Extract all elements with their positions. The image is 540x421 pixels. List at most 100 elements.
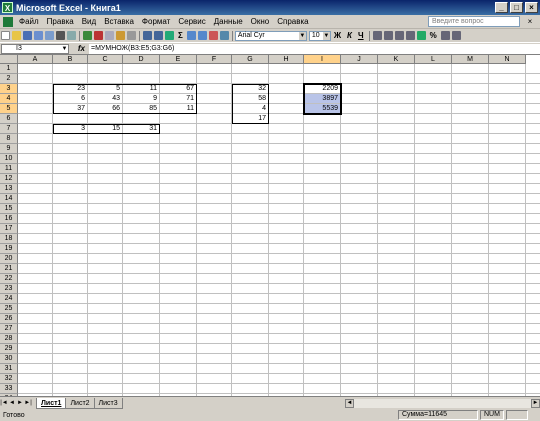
row-header[interactable]: 4 (0, 94, 18, 104)
column-header[interactable]: A (18, 55, 53, 64)
column-header[interactable]: G (232, 55, 269, 64)
italic-button[interactable]: К (347, 31, 352, 40)
permission-icon[interactable] (34, 31, 43, 40)
last-sheet-icon[interactable]: ►| (24, 400, 32, 406)
menu-tools[interactable]: Сервис (174, 17, 209, 26)
first-sheet-icon[interactable]: |◄ (0, 400, 8, 406)
borders-icon[interactable] (451, 31, 461, 40)
column-header[interactable]: J (341, 55, 378, 64)
underline-button[interactable]: Ч (358, 31, 364, 40)
row-header[interactable]: 2 (0, 74, 18, 84)
sheet-tab-1[interactable]: Лист1 (36, 397, 67, 409)
menu-format[interactable]: Формат (138, 17, 174, 26)
name-box[interactable]: I3 ▼ (1, 43, 69, 54)
formula-input[interactable]: =МУМНОЖ(B3:E5;G3:G6) (89, 43, 540, 54)
row-header[interactable]: 16 (0, 214, 18, 224)
menu-data[interactable]: Данные (210, 17, 247, 26)
cell-g3[interactable]: 32 (232, 84, 269, 94)
cell-d4[interactable]: 9 (123, 94, 160, 104)
horizontal-scrollbar[interactable]: ◄ ► (345, 399, 540, 408)
column-header[interactable]: N (489, 55, 526, 64)
row-header[interactable]: 3 (0, 84, 18, 94)
autosum-icon[interactable]: Σ (178, 31, 183, 40)
menu-view[interactable]: Вид (78, 17, 100, 26)
cell-c7[interactable]: 15 (88, 124, 123, 134)
row-header[interactable]: 33 (0, 384, 18, 394)
row-header[interactable]: 6 (0, 114, 18, 124)
merge-center-icon[interactable] (405, 31, 415, 40)
column-header[interactable]: M (452, 55, 489, 64)
help-search-input[interactable]: Введите вопрос (428, 16, 520, 27)
scroll-left-icon[interactable]: ◄ (345, 399, 354, 408)
row-header[interactable]: 10 (0, 154, 18, 164)
select-all-corner[interactable] (0, 55, 18, 64)
row-header[interactable]: 12 (0, 174, 18, 184)
worksheet-grid[interactable]: A B C D E F G H I J K L M N 1 2 3 4 5 6 7 8 9 10 11 12 13 14 15 16 17 1… (0, 55, 540, 396)
menu-edit[interactable]: Правка (43, 17, 78, 26)
align-center-icon[interactable] (383, 31, 393, 40)
cell-d5[interactable]: 85 (123, 104, 160, 114)
close-button[interactable]: × (525, 2, 538, 13)
cell-b4[interactable]: 6 (53, 94, 88, 104)
cell-g5[interactable]: 4 (232, 104, 269, 114)
redo-icon[interactable] (154, 31, 163, 40)
column-header[interactable]: B (53, 55, 88, 64)
row-header[interactable]: 1 (0, 64, 18, 74)
cell-e4[interactable]: 71 (160, 94, 197, 104)
column-header[interactable]: C (88, 55, 123, 64)
menu-window[interactable]: Окно (247, 17, 274, 26)
row-header[interactable]: 28 (0, 334, 18, 344)
row-header[interactable]: 17 (0, 224, 18, 234)
next-sheet-icon[interactable]: ► (16, 400, 24, 406)
sheet-tab-2[interactable]: Лист2 (65, 397, 95, 409)
row-header[interactable]: 30 (0, 354, 18, 364)
sort-desc-icon[interactable] (197, 31, 207, 40)
preview-icon[interactable] (67, 31, 76, 40)
row-header[interactable]: 31 (0, 364, 18, 374)
prev-sheet-icon[interactable]: ◄ (8, 400, 16, 406)
cell-c3[interactable]: 5 (88, 84, 123, 94)
cell-i4[interactable]: 3897 (304, 94, 341, 104)
cell-b5[interactable]: 37 (53, 104, 88, 114)
row-header[interactable]: 5 (0, 104, 18, 114)
row-header[interactable]: 7 (0, 124, 18, 134)
row-header[interactable]: 21 (0, 264, 18, 274)
row-header[interactable]: 29 (0, 344, 18, 354)
row-header[interactable]: 13 (0, 184, 18, 194)
workbook-close-icon[interactable]: × (520, 17, 540, 26)
decrease-indent-icon[interactable] (440, 31, 450, 40)
sheet-tab-3[interactable]: Лист3 (93, 397, 123, 409)
row-header[interactable]: 26 (0, 314, 18, 324)
spelling-icon[interactable] (83, 31, 92, 40)
scroll-right-icon[interactable]: ► (531, 399, 540, 408)
align-right-icon[interactable] (394, 31, 404, 40)
cell-d7[interactable]: 31 (123, 124, 160, 134)
row-header[interactable]: 18 (0, 234, 18, 244)
column-header[interactable]: L (415, 55, 452, 64)
percent-button[interactable]: % (430, 31, 437, 40)
row-header[interactable]: 15 (0, 204, 18, 214)
format-painter-icon[interactable] (127, 31, 136, 40)
minimize-button[interactable]: _ (495, 2, 508, 13)
maximize-button[interactable]: □ (510, 2, 523, 13)
row-header[interactable]: 20 (0, 254, 18, 264)
cell-e3[interactable]: 67 (160, 84, 197, 94)
column-header[interactable]: D (123, 55, 160, 64)
cell-g4[interactable]: 58 (232, 94, 269, 104)
column-header[interactable]: F (197, 55, 232, 64)
insert-function-button[interactable]: fx (69, 44, 89, 53)
row-header[interactable]: 22 (0, 274, 18, 284)
column-header[interactable]: K (378, 55, 415, 64)
menu-file[interactable]: Файл (15, 17, 43, 26)
workbook-icon[interactable] (3, 16, 13, 27)
cell-b3[interactable]: 23 (53, 84, 88, 94)
currency-icon[interactable] (416, 31, 426, 40)
cell-b7[interactable]: 3 (53, 124, 88, 134)
font-name-select[interactable]: Arial Cyr ▼ (234, 30, 307, 41)
row-header[interactable]: 25 (0, 304, 18, 314)
cell-d3[interactable]: 11 (123, 84, 160, 94)
cell-c4[interactable]: 43 (88, 94, 123, 104)
column-header[interactable]: H (269, 55, 304, 64)
row-header[interactable]: 24 (0, 294, 18, 304)
open-icon[interactable] (12, 31, 21, 40)
